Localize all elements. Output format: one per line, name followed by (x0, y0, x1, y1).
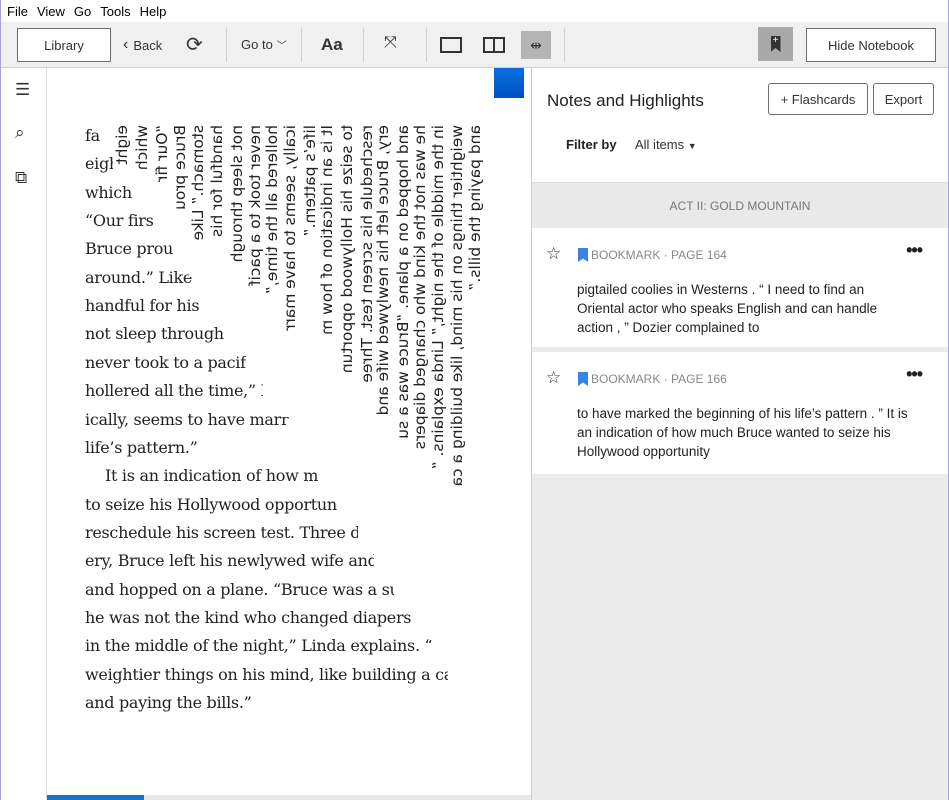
back-label: Back (133, 37, 163, 53)
menu-help[interactable]: Help (140, 4, 167, 19)
flashcards-icon[interactable]: ⧉ (15, 168, 27, 188)
library-button[interactable]: Library (17, 28, 111, 62)
fullscreen-icon[interactable]: ⤧ (384, 34, 397, 52)
book-text-line: fa (85, 126, 100, 145)
export-button[interactable]: Export (873, 83, 934, 115)
filter-dropdown[interactable]: All items ▼ (635, 137, 697, 152)
caret-down-icon: ▼ (687, 141, 697, 151)
progress-fill (47, 795, 144, 800)
toolbar: Library ‹ Back ⟳ Go to ﹀ Aa ⤧ ⇹ + Hide Not… (1, 22, 948, 68)
chevron-left-icon: ‹ (123, 36, 129, 53)
menu-go[interactable]: Go (74, 4, 91, 19)
menu-view[interactable]: View (37, 4, 65, 19)
two-page-icon[interactable] (483, 37, 505, 53)
glitched-text-column: “Our fir (153, 125, 172, 223)
glitched-text-column: in the middle of the night,” Linda expla… (429, 125, 448, 640)
book-text-line: hollered all the time,” D (85, 381, 274, 401)
goto-dropdown[interactable]: Go to ﹀ (241, 37, 287, 52)
bookmark-icon (578, 372, 588, 386)
star-icon[interactable]: ☆ (546, 244, 561, 264)
glitched-text-column: to seize his Hollywood opportun (338, 125, 357, 525)
book-text-line: It is an indication of how m (105, 466, 319, 486)
annotation-text: pigtailed coolies in Westerns . “ I need… (577, 282, 878, 335)
left-sidebar: ☰ ⌕ ⧉ (1, 68, 47, 800)
book-text-line: in the middle of the night,” Linda expla… (85, 636, 433, 656)
bookmark-icon (578, 248, 588, 262)
menu-file[interactable]: File (7, 4, 28, 19)
book-text-line: Bruce prou (85, 239, 174, 259)
glitched-text-column: Bruce prou (171, 125, 190, 247)
book-text-line: which (85, 182, 132, 202)
book-text-line: life’s pattern.” (85, 437, 198, 457)
annotation-card[interactable]: ☆ BOOKMARK · PAGE 164 ••• pigtailed cool… (532, 228, 948, 347)
page-width-icon[interactable]: ⇹ (521, 31, 551, 59)
filter-label: Filter by (566, 137, 617, 152)
star-icon[interactable]: ☆ (546, 368, 561, 388)
menu-bar: File View Go Tools Help (1, 0, 948, 22)
flashcards-button[interactable]: + Flashcards (768, 83, 868, 115)
menu-tools[interactable]: Tools (100, 4, 130, 19)
book-text-line: around.” Like (85, 267, 193, 287)
glitched-text-column: which (133, 125, 152, 197)
annotation-text: to have marked the beginning of his life… (577, 406, 908, 459)
book-text-line: ery, Bruce left his newlywed wife and (85, 551, 378, 571)
annotation-type: BOOKMARK · PAGE 166 (591, 372, 727, 386)
book-text-line: never took to a pacif (85, 352, 246, 372)
book-text-line: he was not the kind who changed diapers (85, 607, 412, 627)
book-text-line: handful for his (85, 296, 200, 316)
sync-icon[interactable]: ⟳ (186, 32, 203, 57)
search-icon[interactable]: ⌕ (15, 123, 25, 143)
back-button[interactable]: ‹ Back (123, 36, 162, 54)
notebook-title: Notes and Highlights (547, 91, 704, 110)
chevron-down-icon: ﹀ (276, 41, 287, 52)
book-text-line: weightier things on his mind, like build… (85, 664, 454, 684)
table-of-contents-icon[interactable]: ☰ (15, 80, 30, 100)
book-text-line: and paying the bills.” (85, 693, 252, 712)
filter-value: All items (635, 137, 685, 152)
book-text-line: ically, seems to have marr (85, 409, 289, 429)
glitched-text-column: ically, seems to have marr (281, 125, 300, 417)
reading-pane[interactable]: fa eigh which “Our firs Bruce prou around.” L… (47, 68, 531, 800)
glitched-text-column: weightier things on his mind, like build… (448, 125, 467, 680)
section-header: ACT II: GOLD MOUNTAIN (532, 182, 948, 228)
glitched-text-column: eight (113, 125, 132, 170)
glitched-text-column: ery, Bruce left his newlywed wife and (374, 125, 393, 570)
glitched-text-column: not sleep through (228, 125, 247, 333)
book-text-line: reschedule his screen test. Three da (85, 522, 370, 542)
book-text-line: “Our firs (85, 211, 154, 231)
bookmark-indicator[interactable] (494, 68, 524, 98)
font-settings-button[interactable]: Aa (321, 35, 343, 55)
glitched-text-column: It is an indication of how m (318, 125, 337, 470)
annotation-type: BOOKMARK · PAGE 164 (591, 248, 727, 262)
more-options-icon[interactable]: ••• (906, 240, 923, 261)
glitched-text-column: hollered all the time,” (263, 125, 282, 400)
notebook-panel: Notes and Highlights + Flashcards Export… (531, 68, 948, 800)
single-page-icon[interactable] (440, 37, 462, 53)
glitched-text-column: stomach.” Like (189, 125, 208, 277)
goto-label: Go to (241, 37, 273, 52)
notebook-bookmark-icon[interactable]: + (758, 27, 793, 61)
glitched-text-column: he was not the kind who changed diapers (411, 125, 430, 615)
glitched-text-column: handful for his (208, 125, 227, 307)
more-options-icon[interactable]: ••• (906, 364, 923, 385)
glitched-text-column: and paying the bills.” (466, 125, 485, 365)
book-text-line: not sleep through (85, 324, 224, 344)
book-text-line: to seize his Hollywood opportun (85, 494, 337, 514)
hide-notebook-button[interactable]: Hide Notebook (806, 28, 936, 62)
reading-progress-bar[interactable] (47, 795, 531, 800)
book-text-line: and hopped on a plane. “Bruce was a su (85, 579, 400, 599)
annotation-card[interactable]: ☆ BOOKMARK · PAGE 166 ••• to have marked… (532, 352, 948, 474)
